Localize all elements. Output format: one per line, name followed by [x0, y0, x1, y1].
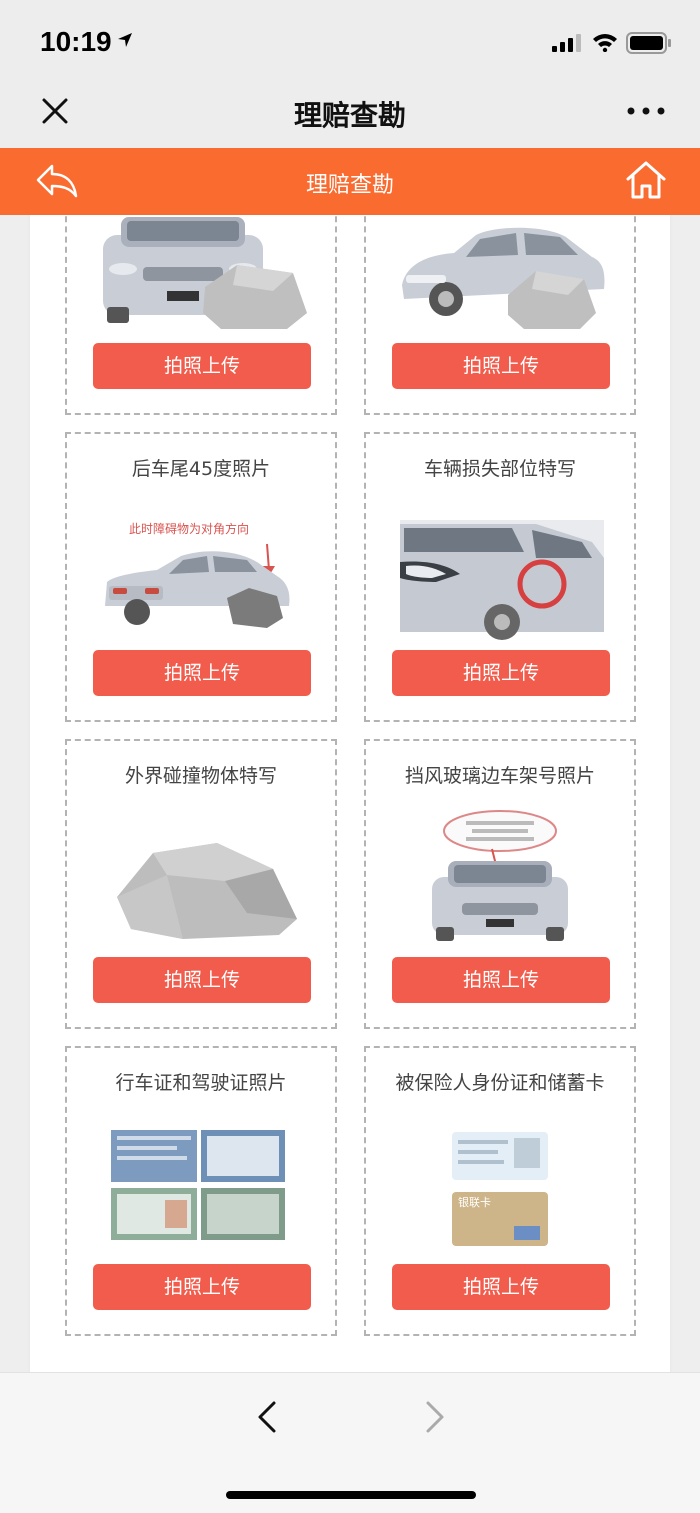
upload-photo-button[interactable]: 拍照上传 — [93, 1264, 311, 1310]
photo-card-vin: 挡风玻璃边车架号照片 拍照上传 — [364, 739, 636, 1029]
location-arrow-icon — [118, 33, 132, 47]
upload-photo-button[interactable]: 拍照上传 — [93, 650, 311, 696]
chevron-left-icon[interactable] — [250, 1397, 284, 1437]
photo-card-licenses: 行车证和驾驶证照片 拍照上传 — [65, 1046, 337, 1336]
upload-photo-button[interactable]: 拍照上传 — [93, 957, 311, 1003]
photo-card-rear-45: 后车尾45度照片 此时障碍物为对角方向 拍照上传 — [65, 432, 337, 722]
signal-icon — [552, 34, 581, 52]
license-documents-image — [111, 1130, 285, 1240]
upload-photo-button[interactable]: 拍照上传 — [392, 1264, 610, 1310]
bank-card-label: 银联卡 — [458, 1196, 491, 1209]
car-rear-45-image — [105, 543, 290, 628]
card-title: 挡风玻璃边车架号照片 — [404, 765, 595, 787]
status-time: 10:19 — [40, 26, 112, 57]
more-icon[interactable] — [626, 106, 666, 116]
card-title: 行车证和驾驶证照片 — [115, 1072, 287, 1094]
home-indicator — [226, 1491, 476, 1499]
browser-toolbar — [0, 1372, 700, 1513]
photo-card-id-bankcard: 被保险人身份证和储蓄卡 银联卡 拍照上传 — [364, 1046, 636, 1336]
wechat-navigation-bar: 理赔查勘 — [0, 80, 700, 148]
status-bar: 10:19 — [0, 0, 700, 80]
photo-card-front: 拍照上传 — [65, 215, 337, 415]
wifi-icon — [593, 34, 617, 52]
scroll-content[interactable]: 拍照上传 拍照上传 后车尾45度照片 此时障碍物为对角方向 拍照上传 车辆损失部… — [0, 215, 700, 1372]
app-header: 理赔查勘 — [0, 148, 700, 215]
home-icon[interactable] — [624, 158, 668, 202]
upload-photo-button[interactable]: 拍照上传 — [392, 957, 610, 1003]
wechat-page-title: 理赔查勘 — [293, 99, 406, 132]
card-title: 外界碰撞物体特写 — [124, 765, 277, 787]
card-title: 被保险人身份证和储蓄卡 — [395, 1072, 605, 1094]
upload-photo-button[interactable]: 拍照上传 — [93, 343, 311, 389]
upload-photo-button[interactable]: 拍照上传 — [392, 343, 610, 389]
vin-windshield-image — [432, 810, 568, 941]
rock-closeup-image — [117, 843, 297, 939]
photo-card-side: 拍照上传 — [364, 215, 636, 415]
car-side-obstacle-image — [402, 227, 605, 329]
battery-icon — [626, 32, 671, 54]
card-title: 后车尾45度照片 — [131, 458, 271, 480]
card-title: 车辆损失部位特写 — [423, 458, 576, 480]
photo-upload-panel: 拍照上传 拍照上传 后车尾45度照片 此时障碍物为对角方向 拍照上传 车辆损失部… — [30, 215, 670, 1372]
photo-card-collision-object: 外界碰撞物体特写 拍照上传 — [65, 739, 337, 1029]
upload-photo-button[interactable]: 拍照上传 — [392, 650, 610, 696]
car-front-obstacle-image — [103, 217, 307, 329]
chevron-right-icon[interactable] — [418, 1397, 452, 1437]
id-and-bank-card-image — [452, 1132, 548, 1246]
photo-card-damage-closeup: 车辆损失部位特写 拍照上传 — [364, 432, 636, 722]
damage-closeup-image — [400, 520, 604, 640]
app-title: 理赔查勘 — [305, 173, 394, 198]
